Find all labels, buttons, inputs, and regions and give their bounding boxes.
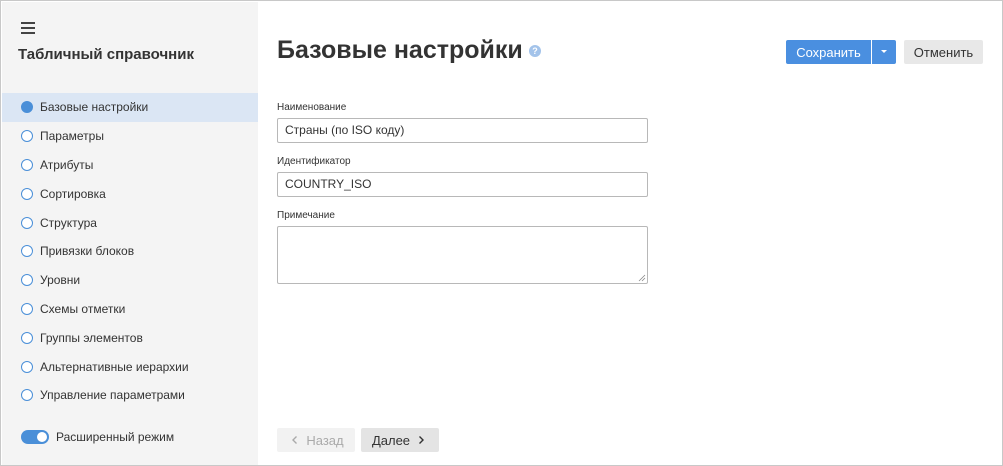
sidebar-item-label: Привязки блоков xyxy=(40,244,135,259)
identifier-field-label: Идентификатор xyxy=(277,156,351,167)
sidebar-item-label: Базовые настройки xyxy=(40,100,149,115)
save-options-dropdown-button[interactable] xyxy=(872,40,896,64)
sidebar-item-label: Структура xyxy=(40,215,97,230)
resize-grip-icon[interactable] xyxy=(638,274,646,282)
radio-icon xyxy=(21,331,33,344)
radio-icon xyxy=(21,187,33,200)
radio-icon xyxy=(21,158,33,171)
radio-icon xyxy=(21,389,33,402)
extended-mode-row: Расширенный режим xyxy=(21,430,174,444)
sidebar-title: Табличный справочник xyxy=(18,46,194,63)
sidebar-item-parameter-management[interactable]: Управление параметрами xyxy=(2,381,258,410)
main-panel: Базовые настройки ? Сохранить Отменить Н… xyxy=(258,2,1002,465)
sidebar-item-levels[interactable]: Уровни xyxy=(2,266,258,295)
extended-mode-label: Расширенный режим xyxy=(56,430,175,444)
extended-mode-toggle[interactable] xyxy=(21,430,49,444)
sidebar-item-element-groups[interactable]: Группы элементов xyxy=(2,323,258,352)
chevron-right-icon xyxy=(419,436,425,444)
name-field-label: Наименование xyxy=(277,102,347,113)
save-button[interactable]: Сохранить xyxy=(786,40,871,64)
sidebar-nav: Базовые настройки Параметры Атрибуты Сор… xyxy=(2,93,258,410)
cancel-button[interactable]: Отменить xyxy=(904,40,983,64)
sidebar-item-label: Группы элементов xyxy=(40,330,143,345)
note-textarea[interactable] xyxy=(277,226,648,284)
sidebar-item-label: Сортировка xyxy=(40,186,106,201)
radio-icon xyxy=(21,130,33,143)
app-window: Табличный справочник Базовые настройки П… xyxy=(0,0,1003,466)
radio-icon xyxy=(21,274,33,287)
sidebar-item-label: Управление параметрами xyxy=(40,388,185,403)
hamburger-icon[interactable] xyxy=(21,22,35,34)
help-icon[interactable]: ? xyxy=(529,45,541,57)
sidebar: Табличный справочник Базовые настройки П… xyxy=(2,2,258,465)
radio-icon xyxy=(21,360,33,373)
sidebar-item-label: Параметры xyxy=(40,129,104,144)
next-button-label: Далее xyxy=(371,432,411,448)
radio-selected-icon xyxy=(21,101,33,114)
sidebar-item-sorting[interactable]: Сортировка xyxy=(2,179,258,208)
next-button[interactable]: Далее xyxy=(361,428,439,452)
back-button: Назад xyxy=(277,428,355,452)
sidebar-item-basic-settings[interactable]: Базовые настройки xyxy=(2,93,258,122)
sidebar-item-attributes[interactable]: Атрибуты xyxy=(2,151,258,180)
radio-icon xyxy=(21,302,33,315)
sidebar-item-structure[interactable]: Структура xyxy=(2,208,258,237)
sidebar-item-block-bindings[interactable]: Привязки блоков xyxy=(2,237,258,266)
identifier-field[interactable]: COUNTRY_ISO xyxy=(277,172,648,197)
radio-icon xyxy=(21,245,33,258)
sidebar-item-label: Атрибуты xyxy=(40,157,94,172)
radio-icon xyxy=(21,216,33,229)
back-button-label: Назад xyxy=(306,432,344,448)
chevron-left-icon xyxy=(292,436,298,444)
sidebar-item-label: Схемы отметки xyxy=(40,301,126,316)
sidebar-item-alt-hierarchies[interactable]: Альтернативные иерархии xyxy=(2,352,258,381)
page-title: Базовые настройки xyxy=(277,36,523,64)
sidebar-item-label: Уровни xyxy=(40,273,81,288)
name-field[interactable]: Страны (по ISO коду) xyxy=(277,118,648,143)
sidebar-item-parameters[interactable]: Параметры xyxy=(2,122,258,151)
note-field-label: Примечание xyxy=(277,210,335,221)
sidebar-item-mark-schemes[interactable]: Схемы отметки xyxy=(2,295,258,324)
sidebar-item-label: Альтернативные иерархии xyxy=(40,359,189,374)
